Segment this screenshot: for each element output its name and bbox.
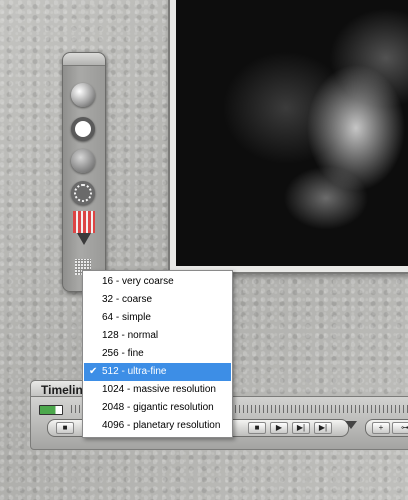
skip-end-button[interactable]: ▶| xyxy=(314,422,332,434)
toolbar-handle[interactable] xyxy=(63,53,105,66)
render-toolbar xyxy=(62,52,106,292)
dotted-ring-icon[interactable] xyxy=(71,181,95,205)
resolution-menu: 16 - very coarse 32 - coarse 64 - simple… xyxy=(82,270,233,438)
level-meter-icon[interactable] xyxy=(73,211,95,247)
menu-item[interactable]: 16 - very coarse xyxy=(84,273,231,291)
menu-item-label: 128 - normal xyxy=(102,330,159,341)
step-forward-button[interactable]: ▶| xyxy=(292,422,310,434)
sphere-render-icon[interactable] xyxy=(71,83,95,107)
play-button[interactable]: ▶ xyxy=(270,422,288,434)
menu-item[interactable]: 2048 - gigantic resolution xyxy=(84,399,231,417)
menu-item[interactable]: 64 - simple xyxy=(84,309,231,327)
add-keyframe-button[interactable]: + xyxy=(372,422,390,434)
menu-item-label: 512 - ultra-fine xyxy=(102,366,167,377)
menu-item[interactable]: 256 - fine xyxy=(84,345,231,363)
rewind-button[interactable]: ■ xyxy=(56,422,74,434)
white-dot-icon[interactable] xyxy=(71,117,95,141)
check-icon: ✔ xyxy=(89,366,98,377)
menu-item-label: 1024 - massive resolution xyxy=(102,384,216,395)
meter-bars xyxy=(73,211,95,233)
menu-item-label: 32 - coarse xyxy=(102,294,153,305)
menu-item[interactable]: 4096 - planetary resolution xyxy=(84,417,231,435)
menu-item[interactable]: 1024 - massive resolution xyxy=(84,381,231,399)
stop-button[interactable]: ■ xyxy=(248,422,266,434)
meter-arrow xyxy=(77,233,91,245)
battery-icon xyxy=(39,405,63,415)
menu-item-label: 16 - very coarse xyxy=(102,276,174,287)
menu-item[interactable]: ✔ 512 - ultra-fine xyxy=(84,363,231,381)
cloud-preview-canvas[interactable] xyxy=(176,0,408,266)
menu-item[interactable]: 128 - normal xyxy=(84,327,231,345)
menu-item-label: 256 - fine xyxy=(102,348,144,359)
menu-item-label: 64 - simple xyxy=(102,312,151,323)
menu-item[interactable]: 32 - coarse xyxy=(84,291,231,309)
preview-window xyxy=(168,0,408,274)
menu-item-label: 4096 - planetary resolution xyxy=(102,420,221,431)
shaded-sphere-icon[interactable] xyxy=(71,149,95,173)
menu-item-label: 2048 - gigantic resolution xyxy=(102,402,214,413)
dropdown-triangle-icon[interactable] xyxy=(345,421,357,429)
key-icon[interactable]: ⊶ xyxy=(392,422,408,434)
keyframe-controls: + ⊶ xyxy=(365,419,408,437)
